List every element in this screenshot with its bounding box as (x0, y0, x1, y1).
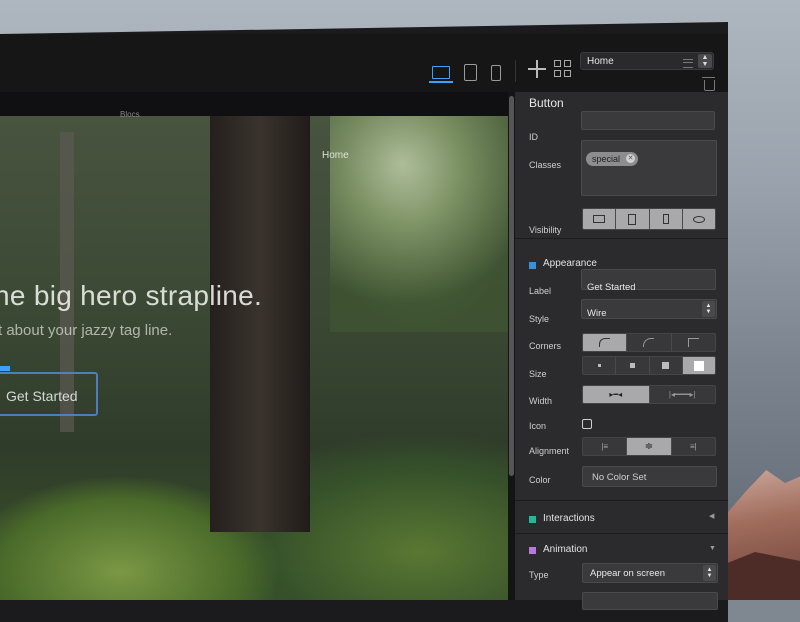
class-tag[interactable]: special ✕ (586, 152, 639, 166)
chevron-updown-icon: ▲ ▼ (703, 565, 716, 581)
corner-soft-icon (643, 338, 655, 347)
design-canvas[interactable] (0, 92, 508, 600)
width-auto-icon: ▸━◂ (609, 390, 623, 399)
color-picker[interactable]: No Color Set (582, 466, 717, 487)
laptop-icon (593, 215, 606, 223)
style-select[interactable]: Wire ▲ ▼ (581, 299, 717, 319)
close-icon[interactable]: ✕ (626, 154, 636, 163)
icon-label: Icon (529, 421, 547, 431)
alignment-label: Alignment (529, 446, 570, 456)
class-tag-label: special (592, 154, 621, 164)
chevron-updown-icon: ▲ ▼ (702, 301, 715, 317)
phone-icon (662, 214, 669, 224)
width-toggles: ▸━◂ |◂━━━▸| (582, 385, 716, 404)
align-right-icon: ≡| (689, 442, 697, 451)
icon-checkbox[interactable] (582, 419, 592, 429)
visibility-laptop[interactable] (583, 209, 617, 229)
style-select-value: Wire (587, 308, 607, 319)
hero-subtitle[interactable]: t about your jazzy tag line. (0, 322, 172, 339)
corners-round[interactable] (583, 334, 628, 351)
device-switcher (429, 64, 501, 83)
section-divider (515, 238, 728, 239)
align-left-icon: |≡ (601, 442, 609, 451)
nav-link-home[interactable]: Home (322, 150, 349, 161)
eye-icon (692, 215, 705, 223)
animation-type-select[interactable]: Appear on screen ▲ ▼ (582, 563, 718, 583)
get-started-button[interactable]: Get Started (0, 372, 98, 416)
visibility-phone[interactable] (649, 209, 683, 229)
chevron-left-icon[interactable]: ◀ (709, 512, 714, 520)
align-center[interactable]: ≑ (627, 438, 672, 455)
size-lg-icon (693, 360, 704, 371)
size-xs-icon (597, 364, 601, 367)
align-left[interactable]: |≡ (583, 438, 628, 455)
chevron-down-icon[interactable]: ▼ (709, 545, 716, 552)
type-label: Type (529, 570, 549, 580)
foliage-image (330, 92, 508, 332)
corners-soft[interactable] (627, 334, 672, 351)
canvas-header (0, 92, 508, 116)
classes-input[interactable] (581, 140, 717, 196)
color-label: Color (529, 475, 551, 485)
tablet-icon[interactable] (464, 64, 477, 81)
tablet-icon (628, 213, 637, 225)
width-label: Width (529, 396, 553, 406)
align-center-icon: ≑ (644, 441, 654, 452)
alignment-toggles: |≡ ≑ ≡| (582, 437, 716, 456)
corners-square[interactable] (672, 334, 715, 351)
hero-title[interactable]: he big hero strapline. (0, 280, 262, 312)
visibility-preview[interactable] (682, 209, 715, 229)
width-full[interactable]: |◂━━━▸| (650, 386, 716, 403)
blocks-label: Blocs (120, 110, 140, 119)
label-input[interactable]: Get Started (581, 269, 716, 293)
chevron-updown-icon: ▲ ▼ (698, 54, 712, 68)
visibility-label: Visibility (529, 225, 562, 235)
size-sm-icon (629, 363, 635, 368)
size-md-icon (662, 362, 670, 369)
grid-icon[interactable] (554, 60, 571, 77)
interactions-section-title[interactable]: Interactions (543, 513, 595, 524)
size-xs[interactable] (583, 357, 617, 374)
scrollbar-thumb[interactable] (509, 96, 514, 476)
width-full-icon: |◂━━━▸| (668, 390, 696, 399)
animation-color-swatch (529, 547, 536, 554)
menu-icon (683, 59, 693, 68)
phone-icon[interactable] (491, 64, 501, 81)
id-input[interactable] (581, 111, 715, 130)
visibility-toggles (582, 208, 716, 230)
size-sm[interactable] (616, 357, 650, 374)
section-divider (515, 500, 728, 501)
width-auto[interactable]: ▸━◂ (583, 386, 650, 403)
toolbar-divider (515, 60, 516, 82)
align-right[interactable]: ≡| (672, 438, 715, 455)
panel-title: Button (529, 96, 564, 110)
corner-round-icon (599, 338, 611, 347)
appearance-color-swatch (529, 262, 536, 269)
page-select[interactable]: Home ▲ ▼ (580, 52, 714, 70)
style-label: Style (529, 314, 550, 324)
id-label: ID (529, 132, 538, 142)
animation-effect-select[interactable] (582, 592, 718, 610)
interactions-color-swatch (529, 516, 536, 523)
size-lg[interactable] (682, 357, 715, 374)
selection-marker (0, 366, 10, 371)
visibility-tablet[interactable] (616, 209, 650, 229)
section-divider (515, 533, 728, 534)
classes-label: Classes (529, 160, 562, 170)
tree-trunk-image (210, 92, 310, 532)
size-md[interactable] (650, 357, 683, 374)
corners-toggles (582, 333, 716, 352)
appearance-section-title[interactable]: Appearance (543, 258, 597, 269)
animation-section-title[interactable]: Animation (543, 544, 587, 555)
animation-type-value: Appear on screen (590, 568, 665, 579)
trash-icon[interactable] (702, 77, 715, 91)
label-label: Label (529, 286, 552, 296)
laptop-icon[interactable] (429, 66, 453, 83)
size-label: Size (529, 369, 547, 379)
size-toggles (582, 356, 716, 375)
page-select-value: Home (587, 56, 614, 67)
corner-square-icon (687, 338, 699, 347)
plus-icon[interactable] (528, 60, 546, 78)
corners-label: Corners (529, 341, 562, 351)
